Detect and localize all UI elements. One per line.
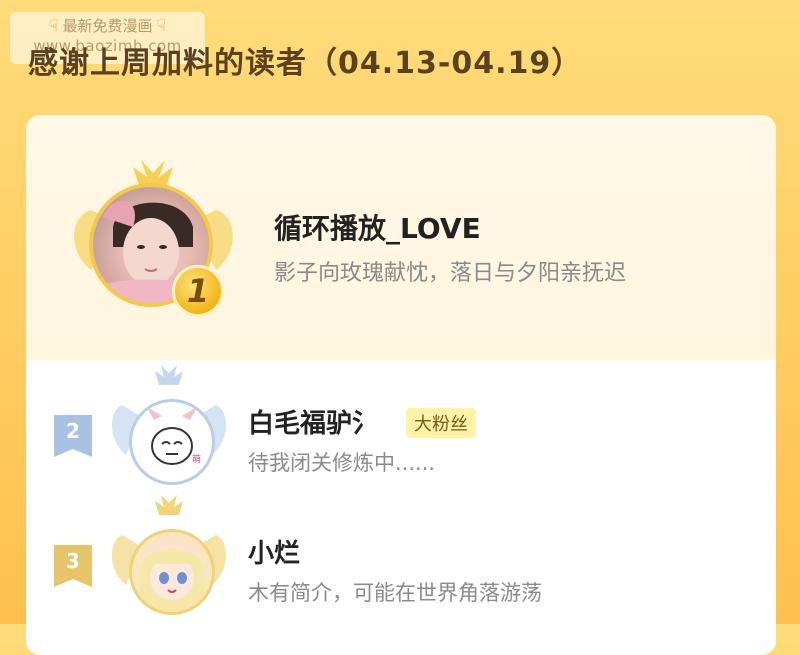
pointing-down-hand-icon: ☟ xyxy=(48,16,59,35)
rank-badge: 3 xyxy=(54,545,92,587)
watermark-line1: 最新免费漫画 xyxy=(62,17,153,35)
pointing-down-hand-icon: ☟ xyxy=(156,16,167,35)
svg-text:萌: 萌 xyxy=(192,453,201,465)
rank-1-medal: 1 xyxy=(172,265,224,317)
avatar[interactable]: 萌 xyxy=(129,399,215,485)
reader-ranking-card: 1 循环播放_LOVE 影子向玫瑰献忱，落日与夕阳亲抚迟 2 萌 白毛福驴氵 大… xyxy=(26,115,776,655)
rank-number: 3 xyxy=(66,549,80,573)
top-reader-panel: 1 循环播放_LOVE 影子向玫瑰献忱，落日与夕阳亲抚迟 xyxy=(26,115,776,360)
list-item[interactable]: 2 萌 白毛福驴氵 大粉丝 待我闭关修炼中...... xyxy=(26,365,776,495)
rank-number: 2 xyxy=(66,419,80,443)
reader-name[interactable]: 白毛福驴氵 xyxy=(248,403,378,440)
top-reader-bio: 影子向玫瑰献忱，落日与夕阳亲抚迟 xyxy=(274,261,627,286)
top-reader-name[interactable]: 循环播放_LOVE xyxy=(274,207,481,247)
reader-bio: 待我闭关修炼中...... xyxy=(248,451,436,475)
fan-level-badge: 大粉丝 xyxy=(406,408,476,438)
avatar[interactable] xyxy=(129,529,215,615)
list-item[interactable]: 3 小烂 木有简介，可能在世界角落游荡 xyxy=(26,495,776,625)
rank-badge: 2 xyxy=(54,415,92,457)
reader-bio: 木有简介，可能在世界角落游荡 xyxy=(248,581,542,605)
reader-name[interactable]: 小烂 xyxy=(248,533,300,570)
page-title: 感谢上周加料的读者（04.13-04.19） xyxy=(28,46,583,81)
